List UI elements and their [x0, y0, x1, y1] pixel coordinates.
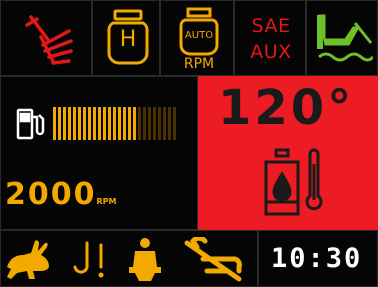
fuel-pump-icon: [16, 108, 45, 140]
fuel-gauge-segment: [63, 107, 66, 140]
rpm-unit: RPM: [96, 197, 117, 206]
auto-rpm-cell: AUTO RPM: [160, 0, 234, 76]
fuel-gauge-segment: [168, 107, 171, 140]
fuel-rpm-panel: 2000RPM: [0, 76, 198, 230]
clock-cell: 10:30: [258, 230, 378, 287]
fuel-gauge-segment: [88, 107, 91, 140]
dashboard-screen: { "top_row": { "hitch_icon": "three-poin…: [0, 0, 378, 287]
hitch-cell: [0, 0, 92, 76]
indicator-strip: [0, 230, 258, 287]
fuel-gauge-segment: [78, 107, 81, 140]
fuel-gauge-segment: [173, 107, 176, 140]
rabbit-speed-icon: [7, 240, 49, 279]
fuel-gauge-segment: [128, 107, 131, 140]
parking-brake-off-icon: [184, 237, 242, 282]
coolant-temperature-icon: [264, 148, 323, 216]
three-point-hitch-icon: [25, 15, 73, 65]
fuel-gauge-segment: [143, 107, 146, 140]
hold-letter: H: [119, 27, 137, 52]
implement-float-cell: [306, 0, 378, 76]
auto-rpm-label: RPM: [183, 56, 215, 72]
fuel-gauge-segment: [73, 107, 76, 140]
fuel-gauge-segment: [153, 107, 156, 140]
rpm-value: 2000: [5, 177, 97, 212]
fuel-gauge-segment: [93, 107, 96, 140]
fuel-gauge-segment: [158, 107, 161, 140]
fuel-gauge-segment: [103, 107, 106, 140]
fuel-gauge-segment: [98, 107, 101, 140]
sae-label: SAE: [251, 15, 291, 37]
fuel-gauge-segment: [108, 107, 111, 140]
engine-hold-cell: H: [92, 0, 160, 76]
fuel-gauge-segment: [53, 107, 56, 140]
fuel-gauge-segment: [133, 107, 136, 140]
implement-float-icon: [317, 14, 373, 62]
fuel-gauge-segment: [58, 107, 61, 140]
coolant-alert-panel: 120°: [198, 76, 378, 230]
sae-aux-cell: SAE AUX: [234, 0, 306, 76]
fuel-gauge-segment: [163, 107, 166, 140]
fuel-gauge-segment: [138, 107, 141, 140]
operator-seat-icon: [129, 238, 161, 281]
coolant-temperature: 120°: [218, 80, 355, 136]
rpm-readout: 2000RPM: [5, 177, 116, 212]
hook-warning-icon: [73, 241, 104, 278]
fuel-gauge: [53, 107, 177, 140]
aux-label: AUX: [250, 41, 292, 63]
fuel-gauge-segment: [123, 107, 126, 140]
fuel-gauge-segment: [148, 107, 151, 140]
fuel-gauge-segment: [118, 107, 121, 140]
clock-display: 10:30: [271, 243, 363, 274]
fuel-gauge-segment: [83, 107, 86, 140]
auto-label: AUTO: [184, 30, 214, 41]
fuel-gauge-segment: [113, 107, 116, 140]
fuel-gauge-segment: [68, 107, 71, 140]
